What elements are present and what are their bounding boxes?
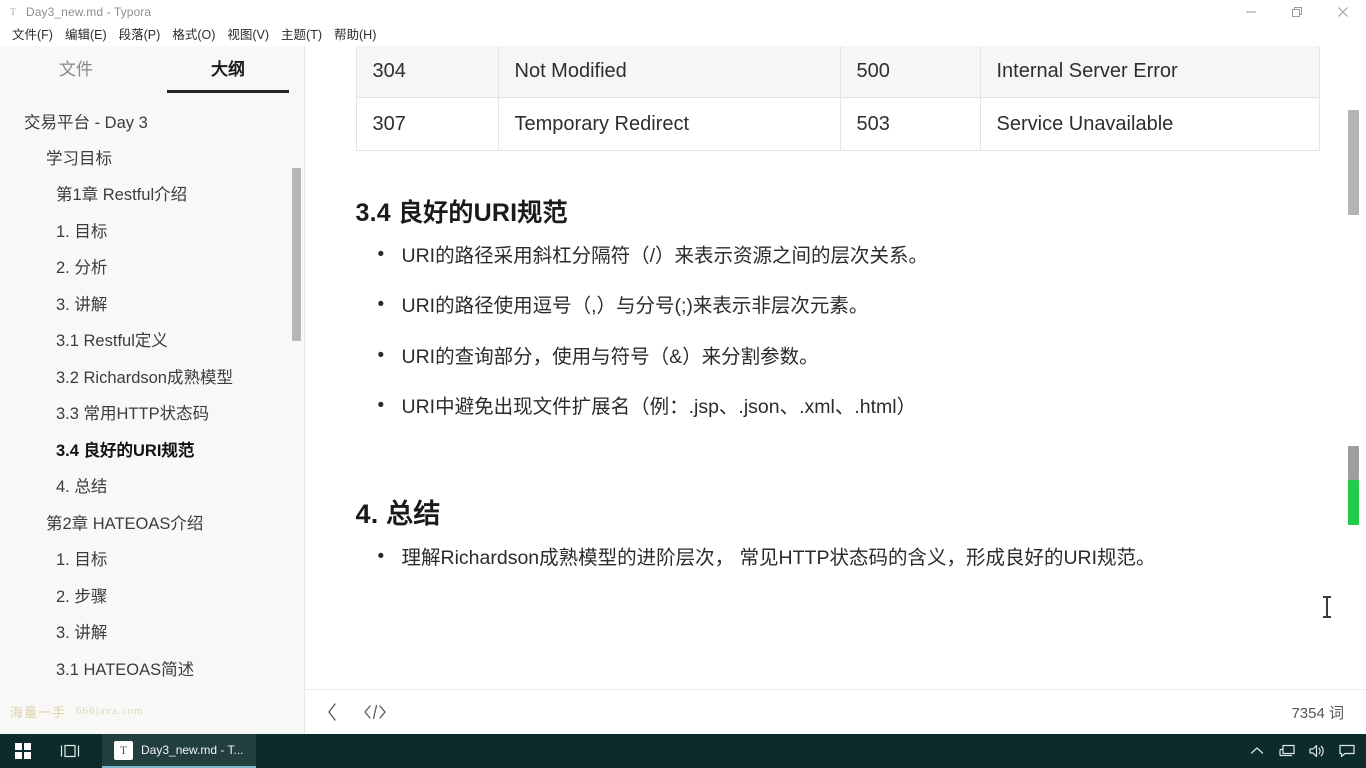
cell-text-2: Service Unavailable: [979, 96, 1320, 151]
menu-paragraph[interactable]: 段落(P): [113, 27, 167, 44]
heading-summary: 4. 总结: [355, 499, 441, 530]
outline-list: 交易平台 - Day 3 学习目标 第1章 Restful介绍 1. 目标 2.…: [0, 93, 304, 734]
show-hidden-icons-chevron-icon[interactable]: [1242, 734, 1272, 768]
minimize-button[interactable]: [1228, 0, 1274, 24]
outline-item-4[interactable]: 2. 分析: [0, 251, 304, 287]
outline-item-7[interactable]: 3.2 Richardson成熟模型: [0, 360, 304, 396]
network-icon[interactable]: [1272, 734, 1302, 768]
source-code-icon[interactable]: [363, 700, 387, 724]
typora-icon: T: [10, 7, 16, 17]
menu-theme[interactable]: 主题(T): [275, 27, 328, 44]
outline-item-12[interactable]: 1. 目标: [0, 543, 304, 579]
cell-code-2: 500: [839, 46, 981, 98]
typora-window: T Day3_new.md - Typora 文件(F) 编辑(E) 段落(P)…: [0, 0, 1366, 734]
taskbar-app-typora[interactable]: T Day3_new.md - T...: [102, 734, 256, 768]
tab-outline[interactable]: 大纲: [152, 46, 304, 93]
outline-item-13[interactable]: 2. 步骤: [0, 579, 304, 615]
taskbar: T Day3_new.md - T...: [0, 734, 1366, 768]
uri-bullet-list: URI的路径采用斜杠分隔符（/）来表示资源之间的层次关系。 URI的路径使用逗号…: [356, 242, 1320, 420]
tab-files[interactable]: 文件: [0, 46, 152, 93]
list-item: 理解Richardson成熟模型的进阶层次， 常见HTTP状态码的含义，形成良好…: [378, 544, 1320, 571]
status-bar: 7354 词: [305, 689, 1366, 734]
list-item: URI的路径采用斜杠分隔符（/）来表示资源之间的层次关系。: [378, 242, 1320, 269]
outline-item-15[interactable]: 3.1 HATEOAS简述: [0, 652, 304, 688]
document-inner: 304 Not Modified 500 Internal Server Err…: [355, 46, 1320, 572]
menu-file[interactable]: 文件(F): [6, 27, 59, 44]
table-row: 304 Not Modified 500 Internal Server Err…: [355, 46, 1320, 98]
task-view-icon[interactable]: [46, 734, 94, 768]
close-button[interactable]: [1320, 0, 1366, 24]
cell-code-1: 307: [355, 96, 499, 151]
cell-text-2: Internal Server Error: [979, 46, 1320, 98]
menu-bar: 文件(F) 编辑(E) 段落(P) 格式(O) 视图(V) 主题(T) 帮助(H…: [0, 24, 1366, 46]
outline-item-5[interactable]: 3. 讲解: [0, 287, 304, 323]
taskbar-app-label: Day3_new.md - T...: [141, 743, 244, 757]
sidebar-scrollbar-thumb[interactable]: [292, 168, 301, 341]
list-item: URI中避免出现文件扩展名（例：.jsp、.json、.xml、.html）: [378, 393, 1320, 420]
outline-item-6[interactable]: 3.1 Restful定义: [0, 324, 304, 360]
sidebar-tabs: 文件 大纲: [0, 46, 304, 93]
list-item: URI的路径使用逗号（,）与分号(;)来表示非层次元素。: [378, 292, 1320, 319]
cell-code-1: 304: [355, 46, 499, 98]
outline-item-11[interactable]: 第2章 HATEOAS介绍: [0, 506, 304, 542]
window-title: Day3_new.md - Typora: [26, 5, 152, 19]
outline-item-8[interactable]: 3.3 常用HTTP状态码: [0, 397, 304, 433]
action-center-icon[interactable]: [1332, 734, 1362, 768]
windows-start-icon[interactable]: [0, 734, 46, 768]
volume-icon[interactable]: [1302, 734, 1332, 768]
back-chevron-icon[interactable]: [323, 700, 341, 724]
outline-item-9[interactable]: 3.4 良好的URI规范: [0, 433, 304, 469]
http-status-table: 304 Not Modified 500 Internal Server Err…: [355, 46, 1320, 151]
windows-logo: [15, 743, 31, 759]
text-cursor: [1323, 596, 1331, 618]
outline-item-10[interactable]: 4. 总结: [0, 470, 304, 506]
typora-app-icon: T: [114, 740, 133, 760]
summary-bullet-list: 理解Richardson成熟模型的进阶层次， 常见HTTP状态码的含义，形成良好…: [356, 544, 1320, 571]
window-body: 文件 大纲 交易平台 - Day 3 学习目标 第1章 Restful介绍 1.…: [0, 46, 1366, 734]
outline-item-3[interactable]: 1. 目标: [0, 214, 304, 250]
title-bar: T Day3_new.md - Typora: [0, 0, 1366, 24]
table-row: 307 Temporary Redirect 503 Service Unava…: [355, 96, 1320, 151]
list-item: URI的查询部分，使用与符号（&）来分割参数。: [378, 343, 1320, 370]
http-status-table-wrapper: 304 Not Modified 500 Internal Server Err…: [355, 46, 1320, 157]
status-bar-left: [323, 700, 387, 724]
outline-item-14[interactable]: 3. 讲解: [0, 616, 304, 652]
menu-help[interactable]: 帮助(H): [328, 27, 382, 44]
outline-item-1[interactable]: 学习目标: [0, 141, 304, 177]
document-content[interactable]: 304 Not Modified 500 Internal Server Err…: [305, 46, 1366, 689]
cell-code-2: 503: [839, 96, 981, 151]
maximize-button[interactable]: [1274, 0, 1320, 24]
editor-pane: 304 Not Modified 500 Internal Server Err…: [305, 46, 1366, 734]
cell-text-1: Not Modified: [497, 46, 841, 98]
word-count: 7354 词: [1291, 704, 1344, 722]
menu-edit[interactable]: 编辑(E): [59, 27, 113, 44]
menu-view[interactable]: 视图(V): [221, 27, 275, 44]
heading-uri-spec: 3.4 良好的URI规范: [355, 199, 568, 227]
sidebar: 文件 大纲 交易平台 - Day 3 学习目标 第1章 Restful介绍 1.…: [0, 46, 305, 734]
menu-format[interactable]: 格式(O): [166, 27, 221, 44]
system-tray: [1242, 734, 1366, 768]
cell-text-1: Temporary Redirect: [497, 96, 841, 151]
outline-item-0[interactable]: 交易平台 - Day 3: [0, 105, 304, 141]
outline-item-2[interactable]: 第1章 Restful介绍: [0, 178, 304, 214]
window-controls: [1228, 0, 1366, 24]
